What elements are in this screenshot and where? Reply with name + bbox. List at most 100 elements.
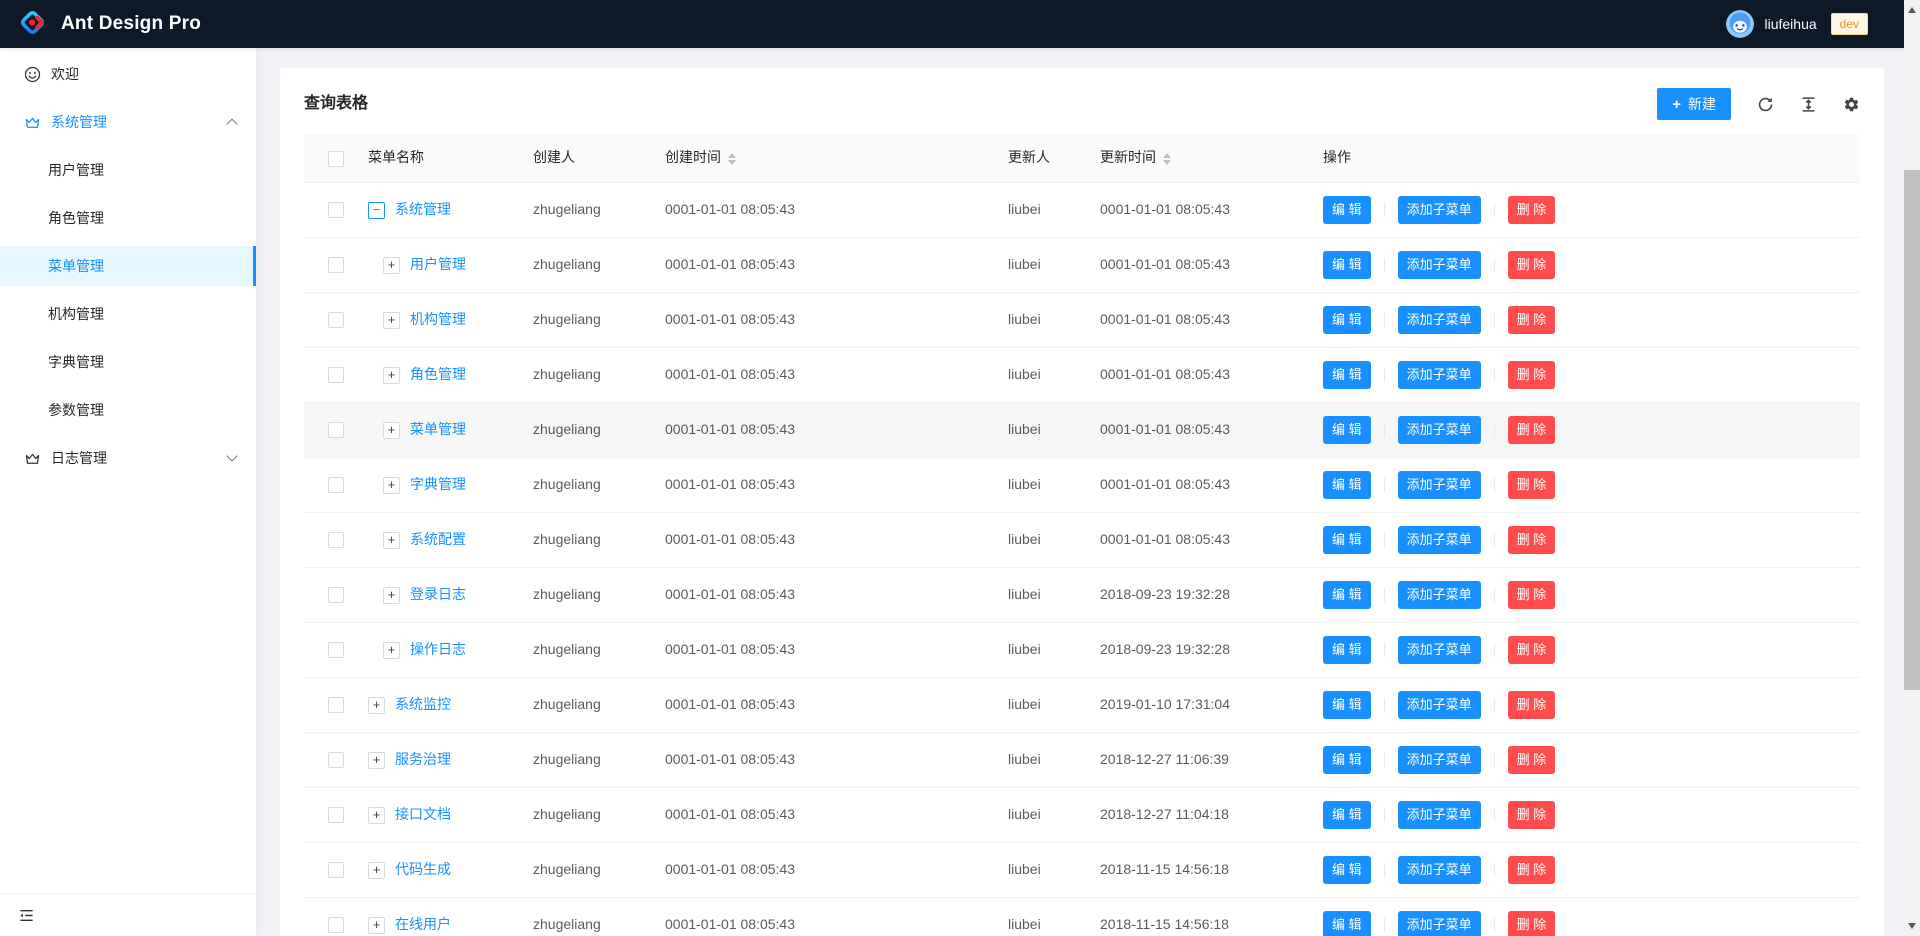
row-checkbox[interactable] [328, 752, 344, 768]
edit-button[interactable]: 编 辑 [1323, 361, 1371, 389]
row-checkbox[interactable] [328, 917, 344, 933]
menu-name-link[interactable]: 登录日志 [410, 586, 466, 602]
menu-name-link[interactable]: 代码生成 [395, 861, 451, 877]
row-checkbox[interactable] [328, 587, 344, 603]
user-avatar[interactable] [1726, 10, 1754, 38]
column-header-2[interactable]: 创建时间 [649, 134, 992, 182]
sorter-carets-icon[interactable] [1163, 153, 1171, 165]
edit-button[interactable]: 编 辑 [1323, 911, 1371, 936]
edit-button[interactable]: 编 辑 [1323, 416, 1371, 444]
row-checkbox[interactable] [328, 532, 344, 548]
menu-name-link[interactable]: 用户管理 [410, 256, 466, 272]
edit-button[interactable]: 编 辑 [1323, 856, 1371, 884]
delete-button[interactable]: 删 除 [1508, 636, 1556, 664]
new-button[interactable]: + 新建 [1657, 88, 1731, 120]
row-checkbox[interactable] [328, 477, 344, 493]
edit-button[interactable]: 编 辑 [1323, 801, 1371, 829]
add-submenu-button[interactable]: 添加子菜单 [1398, 636, 1481, 664]
row-checkbox[interactable] [328, 642, 344, 658]
row-checkbox[interactable] [328, 202, 344, 218]
sidebar-item-dict-mgmt[interactable]: 字典管理 [0, 342, 256, 382]
sidebar-group-log[interactable]: 日志管理 [0, 438, 256, 478]
menu-name-link[interactable]: 菜单管理 [410, 421, 466, 437]
add-submenu-button[interactable]: 添加子菜单 [1398, 856, 1481, 884]
collapse-row-icon[interactable]: − [368, 202, 385, 219]
sidebar-item-role-mgmt[interactable]: 角色管理 [0, 198, 256, 238]
delete-button[interactable]: 删 除 [1508, 581, 1556, 609]
column-header-4[interactable]: 更新时间 [1084, 134, 1307, 182]
expand-row-icon[interactable]: + [368, 752, 385, 769]
menu-name-link[interactable]: 角色管理 [410, 366, 466, 382]
delete-button[interactable]: 删 除 [1508, 746, 1556, 774]
expand-row-icon[interactable]: + [383, 477, 400, 494]
expand-row-icon[interactable]: + [383, 422, 400, 439]
delete-button[interactable]: 删 除 [1508, 196, 1556, 224]
menu-name-link[interactable]: 在线用户 [395, 916, 451, 932]
delete-button[interactable]: 删 除 [1508, 801, 1556, 829]
add-submenu-button[interactable]: 添加子菜单 [1398, 911, 1481, 936]
row-checkbox[interactable] [328, 257, 344, 273]
add-submenu-button[interactable]: 添加子菜单 [1398, 746, 1481, 774]
delete-button[interactable]: 删 除 [1508, 856, 1556, 884]
menu-name-link[interactable]: 操作日志 [410, 641, 466, 657]
menu-name-link[interactable]: 字典管理 [410, 476, 466, 492]
menu-name-link[interactable]: 接口文档 [395, 806, 451, 822]
add-submenu-button[interactable]: 添加子菜单 [1398, 196, 1481, 224]
sidebar-item-welcome[interactable]: 欢迎 [0, 54, 256, 94]
row-checkbox[interactable] [328, 422, 344, 438]
scroll-up-arrow-icon[interactable] [1908, 7, 1916, 13]
add-submenu-button[interactable]: 添加子菜单 [1398, 801, 1481, 829]
menu-fold-icon[interactable] [18, 907, 35, 924]
delete-button[interactable]: 删 除 [1508, 306, 1556, 334]
expand-row-icon[interactable]: + [383, 367, 400, 384]
row-checkbox[interactable] [328, 807, 344, 823]
vertical-scrollbar[interactable] [1904, 0, 1920, 936]
delete-button[interactable]: 删 除 [1508, 526, 1556, 554]
add-submenu-button[interactable]: 添加子菜单 [1398, 581, 1481, 609]
expand-row-icon[interactable]: + [383, 257, 400, 274]
edit-button[interactable]: 编 辑 [1323, 581, 1371, 609]
add-submenu-button[interactable]: 添加子菜单 [1398, 526, 1481, 554]
menu-name-link[interactable]: 系统管理 [395, 201, 451, 217]
expand-row-icon[interactable]: + [368, 697, 385, 714]
sidebar-group-system[interactable]: 系统管理 [0, 102, 256, 142]
sidebar-item-org-mgmt[interactable]: 机构管理 [0, 294, 256, 334]
delete-button[interactable]: 删 除 [1508, 911, 1556, 936]
edit-button[interactable]: 编 辑 [1323, 306, 1371, 334]
edit-button[interactable]: 编 辑 [1323, 471, 1371, 499]
edit-button[interactable]: 编 辑 [1323, 251, 1371, 279]
menu-name-link[interactable]: 服务治理 [395, 751, 451, 767]
row-checkbox[interactable] [328, 862, 344, 878]
edit-button[interactable]: 编 辑 [1323, 636, 1371, 664]
row-checkbox[interactable] [328, 367, 344, 383]
expand-row-icon[interactable]: + [368, 917, 385, 934]
expand-row-icon[interactable]: + [383, 587, 400, 604]
expand-row-icon[interactable]: + [383, 642, 400, 659]
add-submenu-button[interactable]: 添加子菜单 [1398, 471, 1481, 499]
add-submenu-button[interactable]: 添加子菜单 [1398, 251, 1481, 279]
add-submenu-button[interactable]: 添加子菜单 [1398, 306, 1481, 334]
edit-button[interactable]: 编 辑 [1323, 746, 1371, 774]
row-checkbox[interactable] [328, 312, 344, 328]
delete-button[interactable]: 删 除 [1508, 251, 1556, 279]
column-height-icon[interactable] [1800, 96, 1817, 113]
add-submenu-button[interactable]: 添加子菜单 [1398, 691, 1481, 719]
delete-button[interactable]: 删 除 [1508, 471, 1556, 499]
menu-name-link[interactable]: 机构管理 [410, 311, 466, 327]
expand-row-icon[interactable]: + [383, 532, 400, 549]
scroll-down-arrow-icon[interactable] [1908, 923, 1916, 929]
delete-button[interactable]: 删 除 [1508, 416, 1556, 444]
sidebar-item-param-mgmt[interactable]: 参数管理 [0, 390, 256, 430]
sidebar-item-user-mgmt[interactable]: 用户管理 [0, 150, 256, 190]
expand-row-icon[interactable]: + [383, 312, 400, 329]
sidebar-item-menu-mgmt[interactable]: 菜单管理 [0, 246, 256, 286]
select-all-checkbox[interactable] [328, 151, 344, 167]
scrollbar-thumb[interactable] [1904, 170, 1920, 690]
add-submenu-button[interactable]: 添加子菜单 [1398, 416, 1481, 444]
expand-row-icon[interactable]: + [368, 862, 385, 879]
sorter-carets-icon[interactable] [728, 153, 736, 165]
expand-row-icon[interactable]: + [368, 807, 385, 824]
edit-button[interactable]: 编 辑 [1323, 691, 1371, 719]
app-logo[interactable]: Ant Design Pro [16, 6, 201, 42]
row-checkbox[interactable] [328, 697, 344, 713]
